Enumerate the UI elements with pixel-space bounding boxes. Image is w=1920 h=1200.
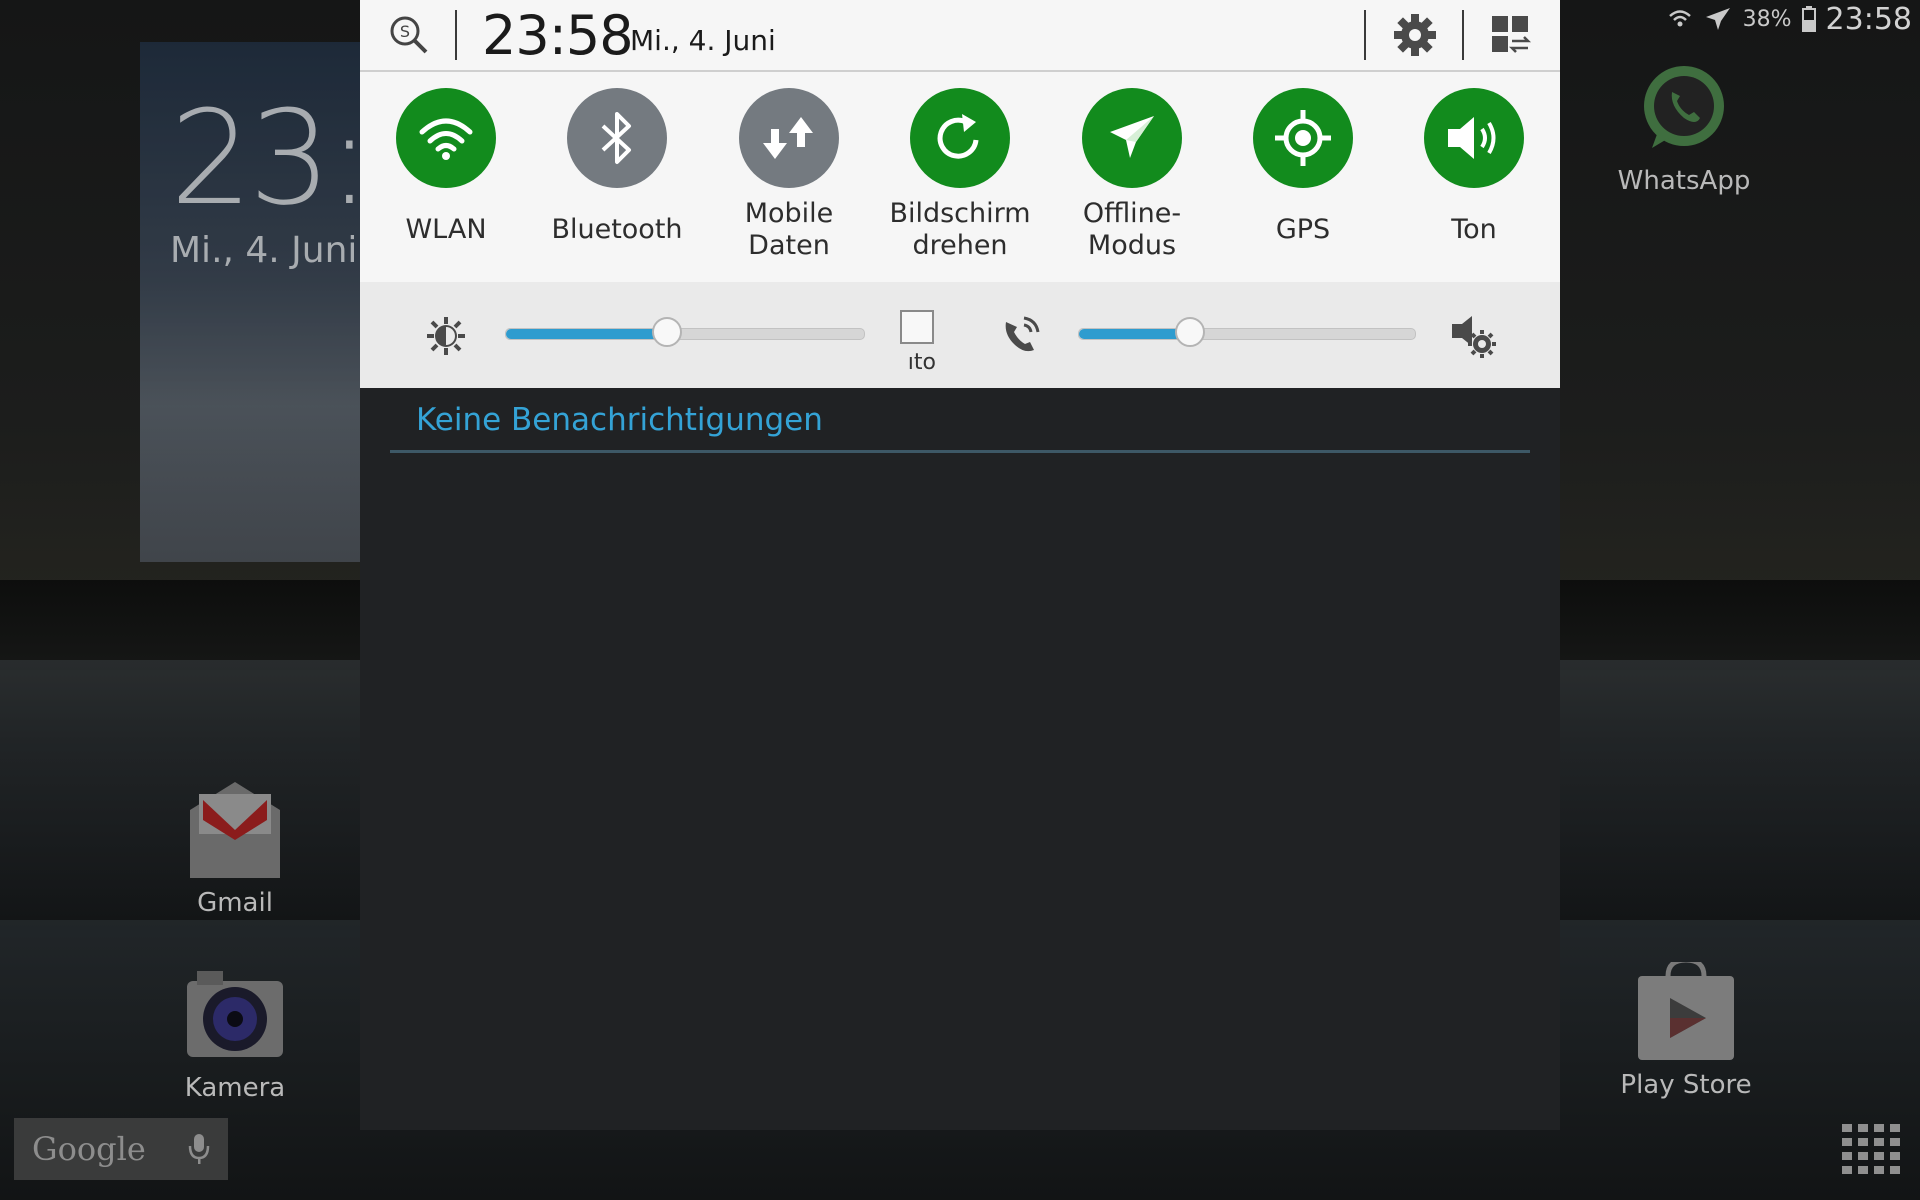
header-divider — [1462, 10, 1464, 60]
quick-toggles: WLAN Bluetooth Mobile Daten Bildschirm d… — [360, 72, 1560, 282]
widget-date: Mi., 4. Juni — [170, 230, 358, 271]
sound-icon — [1424, 88, 1524, 188]
app-label: Kamera — [184, 1073, 286, 1103]
app-kamera[interactable]: Kamera — [145, 965, 325, 1103]
mobile-data-icon — [739, 88, 839, 188]
brightness-slider-fill — [506, 329, 668, 339]
wifi-icon — [396, 88, 496, 188]
status-clock: 23:58 — [1825, 1, 1912, 37]
toggle-label: GPS — [1275, 214, 1331, 245]
toggle-gps[interactable]: GPS — [1217, 88, 1389, 278]
header-time: 23:58 — [482, 4, 634, 67]
google-logo-text: Google — [32, 1130, 146, 1168]
wifi-icon — [1667, 6, 1693, 32]
google-search-bar[interactable]: Google — [14, 1118, 228, 1180]
svg-text:S: S — [400, 22, 410, 41]
header-divider — [1364, 10, 1366, 60]
toggle-bluetooth[interactable]: Bluetooth — [531, 88, 703, 278]
app-label: Play Store — [1620, 1070, 1752, 1100]
battery-icon — [1801, 6, 1816, 32]
no-notifications-label: Keine Benachrichtigungen — [416, 402, 823, 438]
app-gmail[interactable]: Gmail — [145, 780, 325, 918]
toggle-label: WLAN — [405, 214, 487, 245]
toggle-sound[interactable]: Ton — [1388, 88, 1560, 278]
camera-icon — [185, 965, 285, 1065]
microphone-icon[interactable] — [188, 1132, 210, 1174]
app-drawer-icon[interactable] — [1842, 1124, 1902, 1180]
toggle-mobile-data[interactable]: Mobile Daten — [703, 88, 875, 278]
clock-widget[interactable]: 23:58 Mi., 4. Juni — [140, 42, 400, 562]
volume-slider-thumb[interactable] — [1174, 317, 1205, 347]
toggle-label: Ton — [1451, 214, 1497, 245]
app-label: WhatsApp — [1617, 166, 1751, 196]
toggle-label: Mobile Daten — [744, 198, 834, 261]
toggle-screen-rotation[interactable]: Bildschirm drehen — [874, 88, 1046, 278]
app-play-store[interactable]: Play Store — [1596, 957, 1776, 1100]
s-finder-search-icon[interactable]: S — [388, 14, 430, 56]
auto-brightness-label: ıto — [907, 350, 936, 375]
screen-rotation-icon — [910, 88, 1010, 188]
gmail-icon — [185, 780, 285, 880]
whatsapp-icon — [1634, 58, 1734, 158]
battery-percent: 38% — [1742, 6, 1792, 32]
airplane-mode-icon — [1703, 4, 1733, 34]
bluetooth-icon — [567, 88, 667, 188]
edit-quick-settings-icon[interactable] — [1490, 14, 1532, 56]
notifications-divider — [390, 450, 1530, 453]
toggle-offline-mode[interactable]: Offline- Modus — [1046, 88, 1218, 278]
airplane-mode-icon — [1082, 88, 1182, 188]
gps-icon — [1253, 88, 1353, 188]
notification-panel: S 23:58 Mi., 4. Juni WLAN Bluetooth Mobi… — [360, 0, 1560, 1130]
header-date: Mi., 4. Juni — [630, 24, 776, 57]
settings-gear-icon[interactable] — [1392, 12, 1438, 58]
call-volume-icon — [1000, 314, 1042, 360]
slider-row: ıto — [360, 282, 1560, 388]
toggle-wlan[interactable]: WLAN — [360, 88, 532, 278]
volume-slider[interactable] — [1078, 317, 1416, 347]
auto-brightness-checkbox[interactable] — [900, 310, 934, 344]
toggle-label: Bluetooth — [551, 214, 683, 245]
status-bar: 38% 23:58 — [1667, 0, 1912, 38]
brightness-icon — [426, 316, 466, 360]
app-whatsapp[interactable]: WhatsApp — [1594, 58, 1774, 196]
sound-settings-icon[interactable] — [1450, 312, 1498, 364]
panel-header: S 23:58 Mi., 4. Juni — [360, 0, 1560, 72]
header-divider — [455, 10, 457, 60]
brightness-slider[interactable] — [505, 317, 865, 347]
play-store-icon — [1636, 957, 1736, 1062]
volume-slider-fill — [1079, 329, 1190, 339]
toggle-label: Offline- Modus — [1082, 198, 1182, 261]
brightness-slider-thumb[interactable] — [652, 317, 683, 347]
toggle-label: Bildschirm drehen — [889, 198, 1031, 261]
app-label: Gmail — [197, 888, 273, 918]
